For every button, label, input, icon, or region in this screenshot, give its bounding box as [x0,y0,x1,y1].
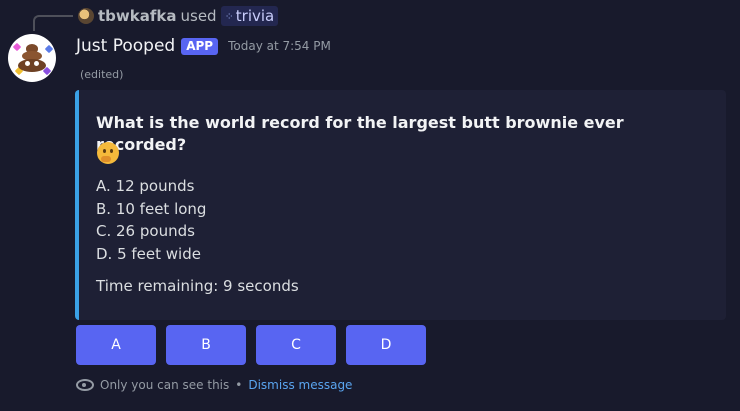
answer-b-button[interactable]: B [166,325,246,365]
command-name: trivia [235,7,275,25]
answer-option: B. 10 feet long [96,199,207,218]
reply-spine [33,15,73,31]
answer-buttons: A B C D [76,325,426,365]
answer-option: D. 5 feet wide [96,244,201,263]
answer-option: A. 12 pounds [96,177,195,195]
message-header: Just Pooped APP Today at 7:54 PM [76,34,331,58]
slash-command-chip[interactable]: ⁘ trivia [220,6,279,26]
message-timestamp[interactable]: Today at 7:54 PM [228,39,331,53]
eye-icon [76,379,94,391]
dismiss-message-link[interactable]: Dismiss message [248,378,352,392]
reply-reference[interactable]: tbwkafka used ⁘ trivia [78,5,279,27]
answer-options: A. 12 pounds B. 10 feet long C. 26 pound… [96,175,206,265]
poop-emoji-icon [17,44,47,72]
reply-used-text: used [180,7,217,25]
author-name[interactable]: Just Pooped [76,36,175,56]
edited-label: (edited) [80,68,124,81]
chat-message-area: tbwkafka used ⁘ trivia Just Pooped APP T… [0,0,740,411]
ephemeral-notice: Only you can see this • Dismiss message [76,376,352,394]
time-remaining: Time remaining: 9 seconds [96,277,299,295]
app-badge: APP [181,37,219,55]
thinking-face-icon [97,142,119,164]
answer-a-button[interactable]: A [76,325,156,365]
separator-dot: • [235,378,243,392]
embed-title: What is the world record for the largest… [96,113,624,154]
slash-command-icon: ⁘ [224,9,234,23]
answer-c-button[interactable]: C [256,325,336,365]
trivia-embed: What is the world record for the largest… [75,90,726,320]
reply-user-avatar[interactable] [78,8,94,24]
reply-username[interactable]: tbwkafka [98,7,177,25]
author-avatar[interactable] [8,34,56,82]
answer-option: C. 26 pounds [96,222,195,240]
ephemeral-note: Only you can see this [100,378,230,392]
answer-d-button[interactable]: D [346,325,426,365]
